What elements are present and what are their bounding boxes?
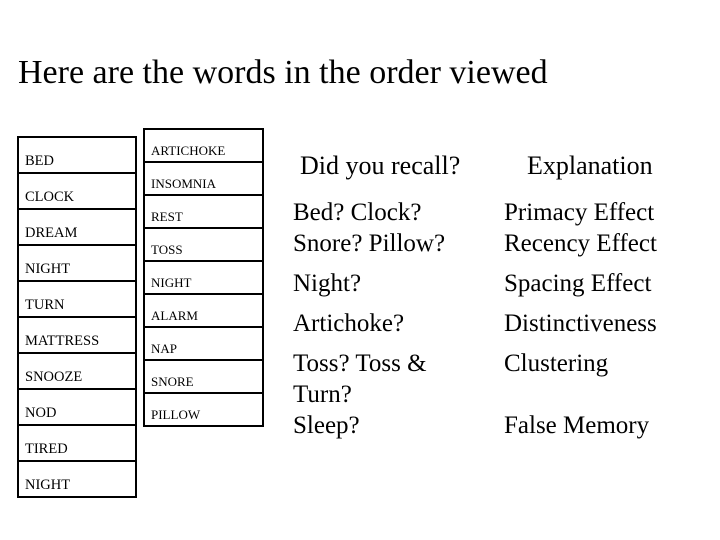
table-row: MATTRESS: [17, 316, 137, 354]
table-row: NIGHT: [17, 244, 137, 282]
table-row: TOSS: [143, 227, 264, 262]
recall-question: Bed? Clock?: [293, 199, 422, 226]
recall-explanation: Primacy Effect: [504, 199, 655, 226]
recall-explanation: False Memory: [504, 412, 650, 439]
recall-explanation: Recency Effect: [504, 230, 657, 257]
word-cell: NAP: [143, 326, 264, 361]
word-cell: PILLOW: [143, 392, 264, 427]
word-cell: TOSS: [143, 227, 264, 262]
recall-question: Turn?: [293, 381, 352, 408]
recall-explanation-panel: Did you recall? Explanation Bed? Clock? P…: [285, 150, 715, 442]
recall-question: Snore? Pillow?: [293, 230, 446, 257]
page-title: Here are the words in the order viewed: [18, 54, 548, 91]
table-row: REST: [143, 194, 264, 229]
recall-column-header: Did you recall?: [300, 151, 461, 180]
table-row: TURN: [17, 280, 137, 318]
word-cell: ALARM: [143, 293, 264, 328]
table-row: SNOOZE: [17, 352, 137, 390]
word-cell: BED: [17, 136, 137, 174]
word-cell: NIGHT: [17, 244, 137, 282]
word-cell: NIGHT: [17, 460, 137, 498]
word-list-table-second-half: ARTICHOKE INSOMNIA REST TOSS NIGHT ALARM NAP SN…: [143, 128, 264, 427]
word-cell: INSOMNIA: [143, 161, 264, 196]
word-list-2-body: ARTICHOKE INSOMNIA REST TOSS NIGHT ALARM NAP SN…: [143, 128, 264, 427]
word-cell: SNOOZE: [17, 352, 137, 390]
table-row: INSOMNIA: [143, 161, 264, 196]
word-cell: NOD: [17, 388, 137, 426]
recall-table-header: Did you recall? Explanation: [285, 150, 715, 198]
recall-row: Turn?: [285, 380, 715, 411]
recall-explanation: Clustering: [504, 350, 609, 377]
table-row: BED: [17, 136, 137, 174]
word-list-1-body: BED CLOCK DREAM NIGHT TURN MATTRESS SNOOZE NOD T…: [17, 136, 137, 498]
recall-row: Sleep? False Memory: [285, 411, 715, 442]
recall-row: Night? Spacing Effect: [285, 269, 715, 300]
table-row: SNORE: [143, 359, 264, 394]
recall-row: Toss? Toss & Clustering: [285, 349, 715, 380]
recall-question: Night?: [293, 270, 362, 297]
recall-question: Sleep?: [293, 412, 360, 439]
table-row: DREAM: [17, 208, 137, 246]
table-row: NIGHT: [143, 260, 264, 295]
table-row: CLOCK: [17, 172, 137, 210]
recall-explanation: Distinctiveness: [504, 310, 657, 337]
table-row: PILLOW: [143, 392, 264, 427]
recall-question: Toss? Toss &: [293, 350, 427, 377]
recall-row: Artichoke? Distinctiveness: [285, 309, 715, 340]
table-row: ARTICHOKE: [143, 128, 264, 163]
table-row: NIGHT: [17, 460, 137, 498]
slide-canvas: Here are the words in the order viewed B…: [0, 0, 720, 540]
table-row: TIRED: [17, 424, 137, 462]
word-cell: NIGHT: [143, 260, 264, 295]
word-cell: REST: [143, 194, 264, 229]
word-cell: TURN: [17, 280, 137, 318]
word-cell: TIRED: [17, 424, 137, 462]
word-list-table-first-half: BED CLOCK DREAM NIGHT TURN MATTRESS SNOOZE NOD T…: [17, 136, 137, 498]
recall-explanation: Spacing Effect: [504, 270, 652, 297]
recall-row-list: Bed? Clock? Primacy Effect Snore? Pillow? R…: [285, 198, 715, 442]
word-cell: ARTICHOKE: [143, 128, 264, 163]
word-cell: CLOCK: [17, 172, 137, 210]
recall-row: Bed? Clock? Primacy Effect: [285, 198, 715, 229]
recall-question: Artichoke?: [293, 310, 405, 337]
table-row: NOD: [17, 388, 137, 426]
word-cell: SNORE: [143, 359, 264, 394]
table-row: ALARM: [143, 293, 264, 328]
table-row: NAP: [143, 326, 264, 361]
word-cell: MATTRESS: [17, 316, 137, 354]
explanation-column-header: Explanation: [527, 151, 653, 180]
recall-row: Snore? Pillow? Recency Effect: [285, 229, 715, 260]
word-cell: DREAM: [17, 208, 137, 246]
